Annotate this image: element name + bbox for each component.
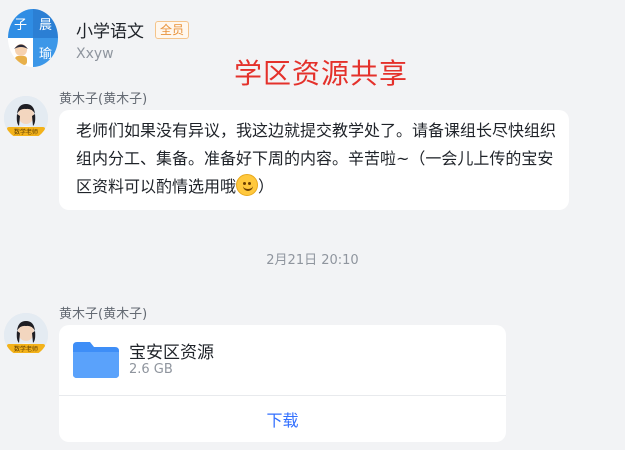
sender-name[interactable]: 黄木子(黄木子) bbox=[59, 88, 147, 107]
download-button[interactable]: 下载 bbox=[59, 396, 506, 442]
message-text-end: ） bbox=[258, 177, 275, 196]
sender-avatar[interactable]: 数学老师 bbox=[4, 96, 48, 140]
file-card[interactable]: 宝安区资源 2.6 GB 下载 bbox=[59, 325, 506, 442]
timestamp: 2月21日 20:10 bbox=[266, 253, 359, 268]
avatar-role-tag: 数学老师 bbox=[7, 127, 45, 136]
sender-name[interactable]: 黄木子(黄木子) bbox=[59, 303, 147, 322]
group-name[interactable]: 小学语文 bbox=[76, 17, 144, 42]
avatar-cell: 瑜 bbox=[33, 38, 58, 67]
folder-icon bbox=[73, 342, 119, 378]
group-avatar[interactable]: 子 晨 瑜 bbox=[8, 9, 58, 67]
avatar-cell: 子 bbox=[8, 9, 33, 38]
group-subtitle: Xxyw bbox=[76, 46, 114, 62]
sender-avatar[interactable]: 数学老师 bbox=[4, 313, 48, 357]
smile-emoji-icon bbox=[236, 174, 259, 196]
file-name[interactable]: 宝安区资源 bbox=[129, 338, 214, 363]
avatar-cell: 晨 bbox=[33, 9, 58, 38]
overlay-banner-text: 学区资源共享 bbox=[234, 57, 409, 90]
message-text-body: 老师们如果没有异议，我这边就提交教学处了。请备课组长尽快组织组内分工、集备。准备… bbox=[76, 121, 557, 196]
avatar-role-tag: 数学老师 bbox=[7, 344, 45, 353]
message-text: 老师们如果没有异议，我这边就提交教学处了。请备课组长尽快组织组内分工、集备。准备… bbox=[76, 117, 566, 201]
avatar-cell-illustration bbox=[8, 38, 33, 67]
file-size: 2.6 GB bbox=[129, 362, 173, 377]
member-badge: 全员 bbox=[155, 21, 190, 39]
